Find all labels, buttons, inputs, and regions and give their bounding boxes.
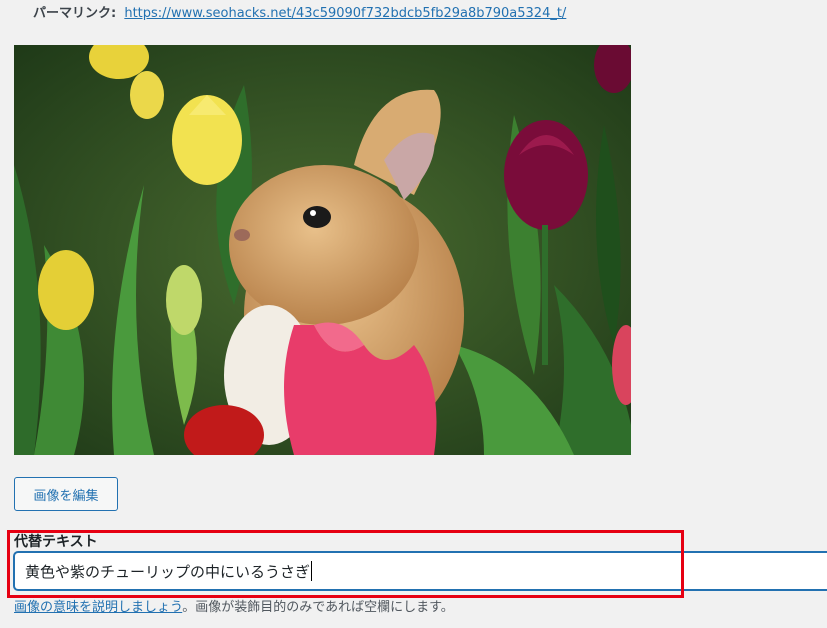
attachment-details-panel: パーマリンク: https://www.seohacks.net/43c5909… xyxy=(0,0,827,628)
alt-text-help-link[interactable]: 画像の意味を説明しましょう xyxy=(14,600,182,615)
permalink-link[interactable]: https://www.seohacks.net/43c59090f732bdc… xyxy=(124,6,566,21)
permalink-row: パーマリンク: https://www.seohacks.net/43c5909… xyxy=(33,5,566,23)
alt-text-label: 代替テキスト xyxy=(14,534,98,550)
edit-image-button[interactable]: 画像を編集 xyxy=(14,477,118,511)
text-caret xyxy=(311,561,313,581)
alt-text-input[interactable]: 黄色や紫のチューリップの中にいるうさぎ xyxy=(14,552,827,590)
attachment-image xyxy=(14,45,631,455)
alt-text-value: 黄色や紫のチューリップの中にいるうさぎ xyxy=(25,562,311,581)
alt-text-help: 画像の意味を説明しましょう。画像が装飾目的のみであれば空欄にします。 xyxy=(14,598,454,618)
alt-text-help-text: 。画像が装飾目的のみであれば空欄にします。 xyxy=(182,600,454,615)
permalink-label: パーマリンク: xyxy=(33,6,117,21)
